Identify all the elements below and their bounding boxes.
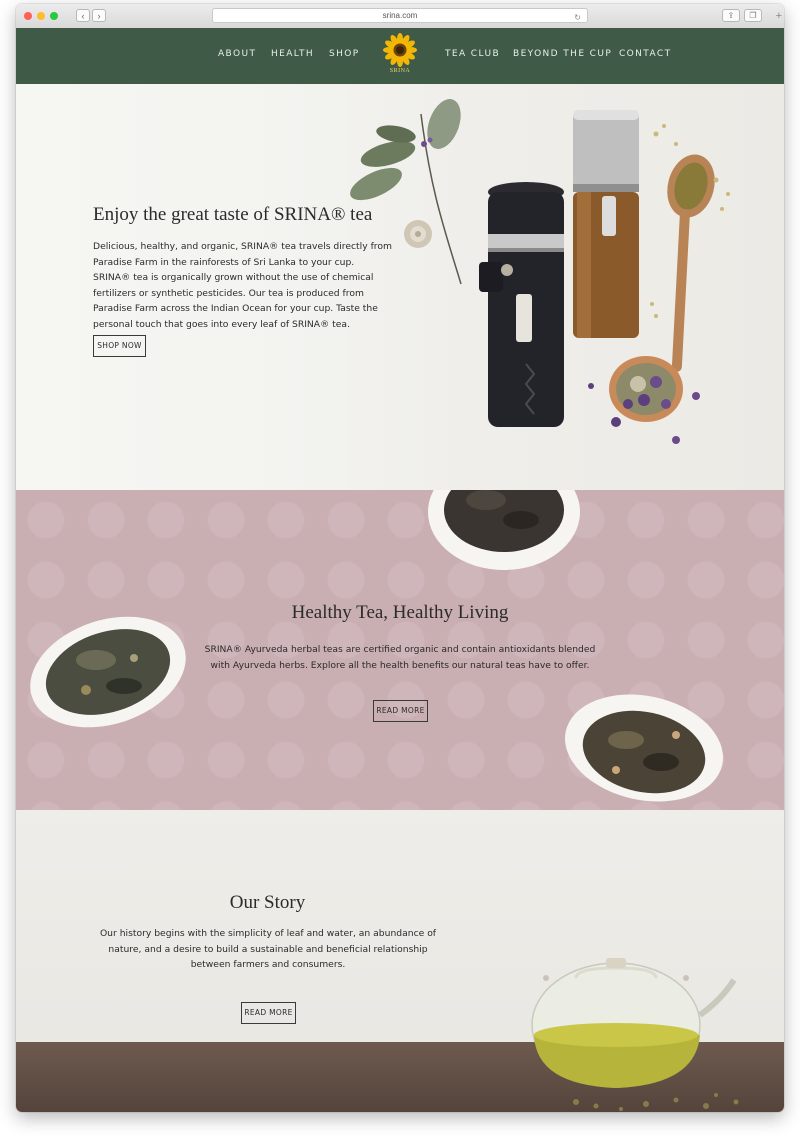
logo-wordmark: SRINA (389, 68, 411, 74)
forward-button[interactable]: › (92, 9, 106, 22)
tabs-icon: ❐ (749, 11, 757, 20)
nav-beyond-the-cup[interactable]: BEYOND THE CUP (513, 49, 612, 59)
srina-logo[interactable]: SRINA (382, 33, 418, 79)
health-title: Healthy Tea, Healthy Living (291, 602, 509, 623)
new-tab-icon[interactable]: + (776, 11, 782, 22)
maximize-window-button[interactable] (50, 12, 58, 20)
wooden-spoon-image (667, 154, 715, 372)
minimize-window-button[interactable] (37, 12, 45, 20)
story-section: Our Story Our history begins with the si… (16, 810, 784, 1112)
hero-body-text: Delicious, healthy, and organic, SRINA® … (93, 241, 392, 330)
nav-contact[interactable]: CONTACT (619, 49, 671, 59)
health-read-more-button[interactable]: READ MORE (373, 700, 428, 722)
hero-title: Enjoy the great taste of SRINA® tea (93, 204, 373, 225)
black-flask-image (479, 182, 564, 427)
chevron-left-icon: ‹ (81, 11, 85, 21)
health-body-text: SRINA® Ayurveda herbal teas are certifie… (204, 644, 596, 671)
nav-about[interactable]: ABOUT (218, 49, 256, 59)
nav-health[interactable]: HEALTH (271, 49, 314, 59)
story-read-more-button[interactable]: READ MORE (241, 1002, 296, 1024)
story-body-text: Our history begins with the simplicity o… (99, 928, 437, 971)
copper-flask-image (573, 110, 639, 338)
chevron-right-icon: › (97, 11, 101, 21)
tea-cup-image (588, 356, 700, 444)
chamomile-scatter-image (650, 124, 730, 318)
nav-tea-club[interactable]: TEA CLUB (445, 49, 500, 59)
sunflower-icon (383, 33, 417, 67)
back-button[interactable]: ‹ (76, 9, 90, 22)
tea-bowl-right-image (565, 694, 723, 802)
site-header: ABOUT HEALTH SHOP SRINA TEA CLUB BEYOND … (16, 28, 784, 84)
close-window-button[interactable] (24, 12, 32, 20)
address-url: srina.com (382, 11, 418, 20)
shop-now-button[interactable]: SHOP NOW (93, 335, 146, 357)
browser-toolbar: ‹ › srina.com ↻ ⇪ ❐ + (16, 4, 784, 29)
silver-ornament-image (404, 220, 432, 248)
share-button[interactable]: ⇪ (722, 9, 740, 22)
tabs-button[interactable]: ❐ (744, 9, 762, 22)
loose-tea-scatter-image (573, 1093, 739, 1111)
story-title: Our Story (229, 892, 306, 913)
address-bar[interactable]: srina.com ↻ (212, 8, 588, 23)
nav-shop[interactable]: SHOP (329, 49, 360, 59)
glass-teapot-image (531, 958, 737, 1088)
health-section: Healthy Tea, Healthy Living SRINA® Ayurv… (16, 490, 784, 810)
browser-window: ‹ › srina.com ↻ ⇪ ❐ + ABOUT HEALTH SHOP (16, 4, 784, 1112)
hero-section: Enjoy the great taste of SRINA® tea Deli… (16, 84, 784, 490)
share-icon: ⇪ (727, 11, 735, 20)
reload-icon[interactable]: ↻ (574, 11, 581, 24)
tea-bowl-top-image (428, 490, 580, 570)
